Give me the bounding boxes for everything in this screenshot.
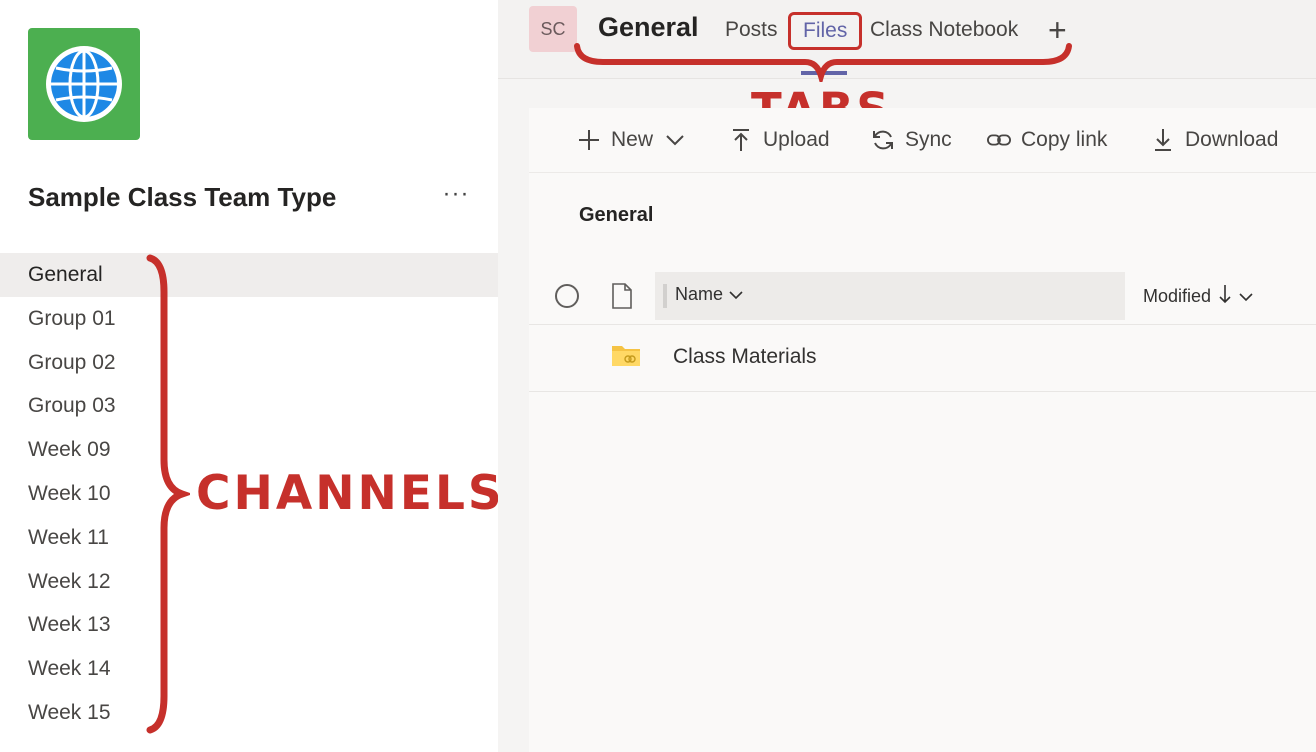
- channel-item-group-01[interactable]: Group 01: [0, 297, 498, 341]
- globe-icon: [46, 46, 122, 122]
- table-row[interactable]: Class Materials: [529, 325, 1316, 392]
- channels-annotation-label: CHANNELS: [196, 466, 505, 521]
- copy-link-button-label: Copy link: [1021, 128, 1108, 151]
- new-button-label: New: [611, 128, 654, 151]
- sync-button-label: Sync: [905, 128, 952, 151]
- channel-item-week-13[interactable]: Week 13: [0, 603, 498, 647]
- channel-view: SC General Posts Files Class Notebook + …: [498, 0, 1316, 752]
- download-icon: [1151, 128, 1175, 152]
- channel-item-week-14[interactable]: Week 14: [0, 647, 498, 691]
- tab-posts[interactable]: Posts: [725, 18, 778, 42]
- file-name[interactable]: Class Materials: [673, 345, 817, 369]
- upload-button-label: Upload: [763, 128, 830, 151]
- channel-item-general[interactable]: General: [0, 253, 498, 297]
- shared-folder-icon: [611, 343, 641, 372]
- channel-item-week-11[interactable]: Week 11: [0, 516, 498, 560]
- upload-icon: [729, 128, 753, 152]
- team-sidebar: Sample Class Team Type ··· General Group…: [0, 0, 502, 752]
- chevron-down-icon: [1239, 286, 1253, 307]
- sort-descending-icon: [1219, 284, 1231, 309]
- select-all-checkbox[interactable]: [555, 284, 579, 308]
- link-icon: [987, 128, 1011, 152]
- download-button[interactable]: Download: [1151, 124, 1278, 156]
- files-toolbar: New Upload Sync Copy link Download: [529, 108, 1316, 173]
- channels-brace-annotation: [146, 254, 190, 734]
- modified-column-header[interactable]: Modified: [1143, 284, 1253, 309]
- breadcrumb[interactable]: General: [579, 204, 653, 227]
- upload-button[interactable]: Upload: [729, 124, 830, 156]
- more-options-icon[interactable]: ···: [440, 176, 472, 212]
- page-title: General: [598, 12, 699, 42]
- chevron-down-icon: [663, 128, 687, 152]
- file-type-icon[interactable]: [611, 282, 633, 315]
- name-column-label: Name: [675, 284, 724, 304]
- column-resize-handle[interactable]: [663, 284, 667, 308]
- name-column-header[interactable]: Name: [655, 272, 1125, 320]
- files-panel: New Upload Sync Copy link Download Gener…: [529, 108, 1316, 752]
- copy-link-button[interactable]: Copy link: [987, 124, 1107, 156]
- channel-item-group-02[interactable]: Group 02: [0, 341, 498, 385]
- plus-icon: [577, 128, 601, 152]
- sync-icon: [871, 128, 895, 152]
- avatar[interactable]: SC: [529, 6, 577, 52]
- channel-item-week-15[interactable]: Week 15: [0, 691, 498, 735]
- download-button-label: Download: [1185, 128, 1279, 151]
- channel-item-group-03[interactable]: Group 03: [0, 384, 498, 428]
- sync-button[interactable]: Sync: [871, 124, 952, 156]
- team-name: Sample Class Team Type: [28, 182, 337, 212]
- chevron-down-icon: [729, 284, 743, 305]
- file-list-header: Name Modified: [529, 268, 1316, 325]
- channel-item-week-12[interactable]: Week 12: [0, 560, 498, 604]
- tabs-brace-annotation: [574, 43, 1072, 82]
- tab-class-notebook[interactable]: Class Notebook: [870, 18, 1018, 42]
- team-logo[interactable]: [28, 28, 140, 140]
- new-button[interactable]: New: [577, 124, 687, 156]
- modified-column-label: Modified: [1143, 286, 1212, 306]
